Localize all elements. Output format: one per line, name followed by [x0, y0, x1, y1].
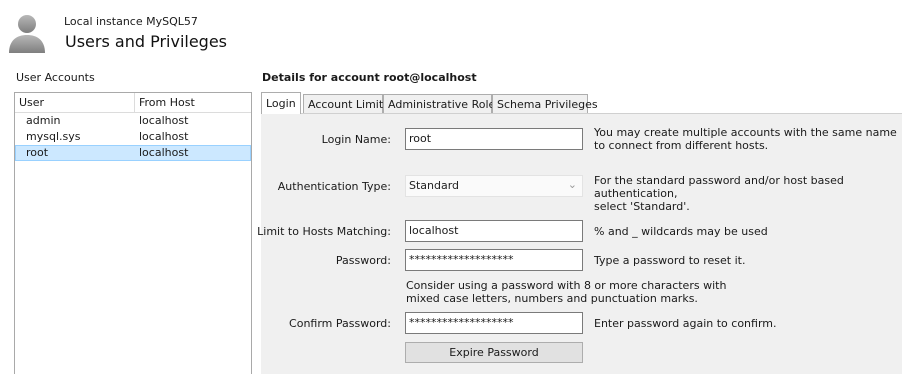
auth-type-value: Standard — [409, 179, 460, 192]
login-name-label: Login Name: — [321, 133, 391, 146]
limit-hosts-hint: % and _ wildcards may be used — [594, 225, 768, 238]
limit-hosts-label: Limit to Hosts Matching: — [257, 225, 391, 238]
instance-name: Local instance MySQL57 — [64, 15, 198, 28]
table-row[interactable]: admin localhost — [15, 113, 251, 129]
tab-schema-privileges[interactable]: Schema Privileges — [492, 94, 598, 113]
auth-type-hint-line-1: For the standard password and/or host ba… — [594, 174, 844, 200]
password-note-line-2: mixed case letters, numbers and punctuat… — [406, 292, 698, 305]
table-row-selected[interactable]: root localhost — [15, 145, 251, 161]
limit-hosts-input[interactable]: localhost — [405, 220, 583, 242]
page-title: Users and Privileges — [65, 32, 228, 51]
column-header-user[interactable]: User — [19, 96, 44, 109]
password-hint: Type a password to reset it. — [594, 254, 746, 267]
user-avatar-icon — [9, 15, 45, 53]
confirm-password-input[interactable]: ******************* — [405, 312, 583, 334]
auth-type-hint-line-2: select 'Standard'. — [594, 200, 690, 213]
auth-type-label: Authentication Type: — [277, 180, 391, 193]
tab-account-limits[interactable]: Account Limits — [303, 94, 389, 113]
user-cell: admin — [26, 114, 61, 127]
chevron-down-icon[interactable]: ⌄ — [568, 178, 577, 191]
tab-login[interactable]: Login — [261, 92, 301, 114]
login-name-hint-line-1: You may create multiple accounts with th… — [594, 126, 897, 139]
password-label: Password: — [335, 254, 391, 267]
confirm-password-label: Confirm Password: — [289, 317, 391, 330]
password-note-line-1: Consider using a password with 8 or more… — [406, 279, 727, 292]
user-cell: root — [26, 146, 49, 159]
expire-password-button[interactable]: Expire Password — [405, 342, 583, 363]
confirm-password-hint: Enter password again to confirm. — [594, 317, 777, 330]
table-header: User From Host — [15, 93, 251, 113]
user-accounts-label: User Accounts — [16, 71, 95, 84]
column-header-from-host[interactable]: From Host — [139, 96, 195, 109]
tab-administrative-roles[interactable]: Administrative Roles — [383, 94, 501, 113]
table-row[interactable]: mysql.sys localhost — [15, 129, 251, 145]
column-divider[interactable] — [134, 93, 135, 112]
host-cell: localhost — [139, 114, 189, 127]
login-tab-panel — [261, 113, 902, 374]
auth-type-select[interactable]: Standard ⌄ — [405, 175, 583, 197]
auth-type-hint: For the standard password and/or host ba… — [594, 174, 902, 213]
host-cell: localhost — [139, 130, 189, 143]
details-title: Details for account root@localhost — [262, 71, 477, 84]
user-accounts-table: User From Host admin localhost mysql.sys… — [14, 92, 252, 374]
password-strength-note: Consider using a password with 8 or more… — [406, 279, 726, 305]
host-cell: localhost — [139, 146, 189, 159]
user-cell: mysql.sys — [26, 130, 81, 143]
password-input[interactable]: ******************* — [405, 249, 583, 271]
login-name-input[interactable]: root — [405, 128, 583, 150]
login-name-hint-line-2: to connect from different hosts. — [594, 139, 769, 152]
login-name-hint: You may create multiple accounts with th… — [594, 126, 897, 152]
